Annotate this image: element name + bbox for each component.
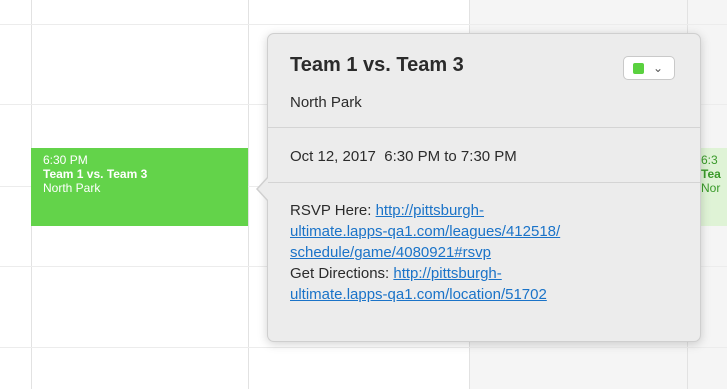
directions-label: Get Directions: <box>290 265 394 282</box>
color-swatch <box>633 63 644 74</box>
event-location: North Park <box>43 181 101 195</box>
popover-event-title[interactable]: Team 1 vs. Team 3 <box>290 54 464 77</box>
event-location: Nor <box>701 181 721 195</box>
popover-event-location[interactable]: North Park <box>290 94 362 111</box>
calendar-color-picker[interactable]: ⌄ <box>623 56 675 80</box>
calendar-week-view: 6:30 PM Team 1 vs. Team 3 North Park 6:3… <box>0 0 727 389</box>
popover-pointer-fill <box>258 177 269 201</box>
event-time: 6:3 <box>701 153 718 167</box>
grid-hour-line <box>0 347 727 348</box>
event-time: 6:30 PM <box>43 153 88 167</box>
popover-event-datetime[interactable]: Oct 12, 2017 6:30 PM to 7:30 PM <box>290 148 517 165</box>
popover-divider <box>268 182 700 183</box>
chevron-down-icon: ⌄ <box>653 61 664 75</box>
rsvp-label: RSVP Here: <box>290 202 376 219</box>
event-title: Team 1 vs. Team 3 <box>43 167 148 181</box>
event-detail-popover: Team 1 vs. Team 3 North Park ⌄ Oct 12, 2… <box>256 33 701 342</box>
popover-divider <box>268 127 700 128</box>
popover-event-notes: RSVP Here: http://pittsburgh-ultimate.la… <box>290 200 695 305</box>
event-title: Tea <box>701 167 721 181</box>
grid-column-divider <box>248 0 249 389</box>
calendar-event-block[interactable]: 6:30 PM Team 1 vs. Team 3 North Park <box>31 148 248 226</box>
grid-hour-line <box>0 24 727 25</box>
